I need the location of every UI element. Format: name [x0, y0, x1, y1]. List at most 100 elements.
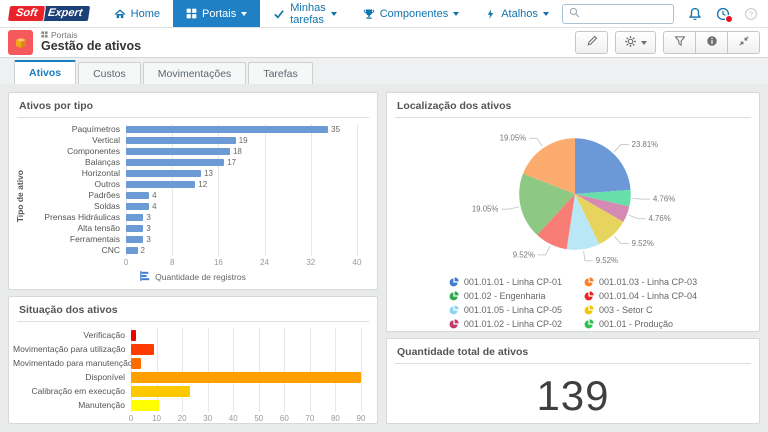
gridline: [357, 124, 358, 256]
bar-category-label: Movimentação para utilização: [13, 342, 131, 356]
home-icon: [114, 8, 126, 20]
bar[interactable]: [126, 181, 195, 188]
nav-item-minhas-tarefas[interactable]: Minhas tarefas: [260, 0, 349, 27]
bar[interactable]: [126, 192, 149, 199]
pie-percent-label: 19.05%: [500, 134, 527, 143]
bar[interactable]: [126, 236, 143, 243]
nav-label: Componentes: [380, 8, 449, 20]
svg-text:?: ?: [749, 9, 754, 18]
panel-title: Situação dos ativos: [9, 297, 377, 321]
bar-legend-label: Quantidade de registros: [155, 272, 246, 282]
bar[interactable]: [126, 159, 224, 166]
panel-situacao-dos-ativos: Situação dos ativos VerificaçãoMovimenta…: [8, 296, 378, 424]
x-axis-tick: 8: [170, 258, 174, 267]
pie-legend-item[interactable]: 001.02 - Engenharia: [449, 289, 562, 303]
search-box[interactable]: [562, 4, 674, 24]
pie-legend-label: 001.01.04 - Linha CP-04: [599, 291, 697, 301]
notification-badge: [725, 15, 733, 23]
bar-category-label: Ferramentais: [26, 234, 126, 245]
bar[interactable]: [131, 386, 190, 397]
bar-chart-ativos-por-tipo: Tipo de ativo PaquímetrosVerticalCompone…: [9, 118, 377, 285]
tab-custos[interactable]: Custos: [78, 62, 141, 84]
pie-legend-item[interactable]: 001.01.03 - Linha CP-03: [584, 275, 697, 289]
x-axis-tick: 20: [178, 414, 187, 423]
settings-button[interactable]: [615, 31, 656, 54]
softexpert-logo[interactable]: Soft Expert: [0, 0, 101, 27]
bar[interactable]: [131, 372, 361, 383]
pie-legend-item[interactable]: 001.01.02 - Linha CP-02: [449, 317, 562, 331]
bar-chart-legend[interactable]: Quantidade de registros: [13, 269, 373, 285]
tab-tarefas[interactable]: Tarefas: [248, 62, 312, 84]
bar-value-label: 4: [152, 191, 156, 200]
nav-item-atalhos[interactable]: Atalhos: [472, 0, 562, 27]
bar[interactable]: [126, 214, 143, 221]
bar-category-label: Movimentado para manutenção: [13, 356, 131, 370]
pie-legend-label: 001.01 - Produção: [599, 319, 673, 329]
bar-value-label: 2: [141, 246, 145, 255]
bar-value-label: 3: [146, 224, 150, 233]
help-icon[interactable]: ?: [744, 7, 758, 21]
tab-bar: Ativos Custos Movimentações Tarefas: [0, 58, 768, 84]
shortcuts-icon: [485, 8, 496, 20]
collapse-button[interactable]: [727, 31, 760, 54]
bar-category-label: Manutenção: [13, 398, 131, 412]
y-axis-label: Tipo de ativo: [15, 170, 25, 222]
components-icon: [363, 8, 375, 20]
search-input[interactable]: [584, 8, 667, 19]
x-axis-tick: 40: [229, 414, 238, 423]
nav-item-home[interactable]: Home: [101, 0, 173, 27]
pie-percent-label: 19.05%: [472, 205, 499, 214]
notifications-bell-icon[interactable]: [688, 7, 702, 21]
logo-expert: Expert: [39, 5, 92, 22]
pending-activities-icon[interactable]: [716, 7, 730, 21]
bar[interactable]: [131, 400, 159, 411]
pie-percent-label: 4.76%: [653, 195, 675, 204]
filter-button[interactable]: [663, 31, 696, 54]
compress-icon: [738, 35, 750, 50]
nav-item-componentes[interactable]: Componentes: [350, 0, 473, 27]
pie-legend-icon: [449, 305, 459, 315]
panel-title: Quantidade total de ativos: [387, 339, 759, 363]
x-axis: 0816243240: [126, 256, 357, 269]
bar[interactable]: [126, 137, 236, 144]
bar[interactable]: [126, 148, 230, 155]
bar[interactable]: [126, 203, 149, 210]
pie-legend-item[interactable]: 003 - Setor C: [584, 303, 697, 317]
nav-label: Minhas tarefas: [290, 2, 325, 26]
main-menu: Home Portais Minhas tarefas Componentes …: [101, 0, 562, 27]
bar[interactable]: [126, 247, 138, 254]
pie-percent-label: 9.52%: [513, 250, 535, 259]
x-axis-tick: 32: [306, 258, 315, 267]
gear-icon: [624, 35, 637, 51]
bar[interactable]: [131, 330, 136, 341]
pie-legend-item[interactable]: 001.01.04 - Linha CP-04: [584, 289, 697, 303]
bar[interactable]: [131, 344, 154, 355]
nav-item-portais[interactable]: Portais: [173, 0, 260, 27]
x-axis-tick: 90: [357, 414, 366, 423]
bar-category-label: Balanças: [26, 157, 126, 168]
pie-slice[interactable]: [575, 138, 631, 194]
tab-ativos[interactable]: Ativos: [14, 60, 76, 84]
bar-chart-categories: VerificaçãoMovimentação para utilizaçãoM…: [13, 328, 131, 424]
bar[interactable]: [126, 126, 328, 133]
bar-category-label: Disponível: [13, 370, 131, 384]
portals-icon: [186, 8, 197, 19]
pie-legend-icon: [584, 277, 594, 287]
edit-button[interactable]: [575, 31, 608, 54]
bar-value-label: 17: [227, 158, 236, 167]
pie-legend-label: 001.02 - Engenharia: [464, 291, 546, 301]
pie-percent-label: 4.76%: [649, 214, 671, 223]
bar[interactable]: [131, 358, 141, 369]
dashboard-content: Ativos por tipo Tipo de ativo Paquímetro…: [0, 84, 768, 432]
info-button[interactable]: [695, 31, 728, 54]
chevron-down-icon: [241, 12, 247, 16]
page-header: Portais Gestão de ativos: [0, 28, 768, 58]
bar-value-label: 18: [233, 147, 242, 156]
pie-legend-item[interactable]: 001.01 - Produção: [584, 317, 697, 331]
bar[interactable]: [126, 225, 143, 232]
tab-movimentacoes[interactable]: Movimentações: [143, 62, 247, 84]
panel-ativos-por-tipo: Ativos por tipo Tipo de ativo Paquímetro…: [8, 92, 378, 290]
pie-legend-item[interactable]: 001.01.05 - Linha CP-05: [449, 303, 562, 317]
bar[interactable]: [126, 170, 201, 177]
pie-legend-item[interactable]: 001.01.01 - Linha CP-01: [449, 275, 562, 289]
